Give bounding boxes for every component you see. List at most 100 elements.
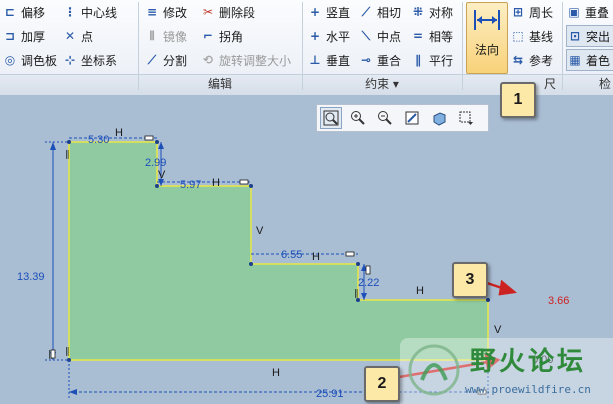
constraint-h: H <box>212 177 220 189</box>
delete-segment-icon: ✂ <box>202 5 214 19</box>
ribbon: ⊏ 偏移 ⊐ 加厚 ◎ 调色板 ⋮ 中心线 ✕ 点 ⊹ 坐标系 ≡ 修改 ⫴ 镜像 ⟋ 分割 ✂ 删… <box>0 0 613 95</box>
perimeter-icon: ⊞ <box>512 5 524 19</box>
dim-2-22: 2.22 <box>358 277 379 289</box>
highlight-toggle[interactable]: ⊡ 突出 <box>566 25 613 47</box>
constraint-h: H <box>272 367 280 379</box>
thicken-icon: ⊐ <box>4 29 16 43</box>
group-label-edit: 编辑 <box>207 77 232 91</box>
horizontal-constraint-button[interactable]: + 水平 <box>307 26 350 46</box>
symmetric-constraint-button[interactable]: ⁜ 对称 <box>410 2 453 22</box>
offset-button[interactable]: ⊏ 偏移 <box>2 2 45 22</box>
coordinate-system-button[interactable]: ⊹ 坐标系 <box>62 50 117 70</box>
shade-toggle[interactable]: ▦ 着色 <box>566 49 613 71</box>
thicken-button[interactable]: ⊐ 加厚 <box>2 26 45 46</box>
constraint-h: H <box>312 251 320 263</box>
group-label-constrain[interactable]: 约束 ▾ <box>304 76 460 92</box>
zoom-in-button[interactable] <box>347 107 369 129</box>
offset-icon: ⊏ <box>4 5 16 19</box>
svg-text:∥: ∥ <box>65 347 70 357</box>
watermark-title: 野火论坛 <box>470 347 587 377</box>
sketch-display-button[interactable] <box>455 107 477 129</box>
watermark-url: www.proewildfire.cn <box>465 383 591 396</box>
separator <box>302 2 303 90</box>
mirror-button[interactable]: ⫴ 镜像 <box>144 26 187 46</box>
overlap-icon: ▣ <box>568 5 580 19</box>
tangent-icon: ⟋ <box>361 4 371 19</box>
constraint-v: V <box>494 324 502 336</box>
constraint-h: H <box>416 285 424 297</box>
horizontal-icon: + <box>309 29 321 43</box>
vertical-constraint-button[interactable]: + 竖直 <box>307 2 350 22</box>
sketch-profile[interactable] <box>68 141 489 361</box>
separator <box>138 2 139 90</box>
divide-button[interactable]: ⟋ 分割 <box>144 50 187 70</box>
delete-segment-button[interactable]: ✂ 删除段 <box>200 2 255 22</box>
rotate-resize-button[interactable]: ⟲ 旋转调整大小 <box>200 50 291 70</box>
dim-2-99: 2.99 <box>145 157 166 169</box>
centerline-button[interactable]: ⋮ 中心线 <box>62 2 117 22</box>
display-style-icon <box>433 112 446 126</box>
point-icon: ✕ <box>64 29 76 43</box>
group-label-inspect: 检 <box>598 77 611 91</box>
zoom-refit-button[interactable] <box>320 107 342 129</box>
constraint-v: V <box>158 169 166 181</box>
dim-13-39: 13.39 <box>17 271 45 283</box>
coincident-constraint-button[interactable]: ⊸ 重合 <box>358 50 401 70</box>
normal-dimension-icon <box>474 10 500 30</box>
zoom-out-button[interactable] <box>374 107 396 129</box>
view-toolbar <box>316 104 489 132</box>
baseline-icon: ⬚ <box>512 29 524 43</box>
equal-icon: = <box>412 29 424 43</box>
divide-icon: ⟋ <box>147 52 157 67</box>
zoom-in-icon <box>351 111 365 125</box>
separator <box>462 2 463 90</box>
constraint-v: V <box>256 225 264 237</box>
repaint-button[interactable] <box>401 107 423 129</box>
reference-button[interactable]: ⇆ 参考 <box>510 50 553 70</box>
mirror-icon: ⫴ <box>149 28 155 43</box>
midpoint-constraint-button[interactable]: ⟍ 中点 <box>358 26 401 46</box>
svg-text:∥: ∥ <box>354 289 359 299</box>
highlight-icon: ⊡ <box>569 29 581 43</box>
perpendicular-constraint-button[interactable]: ⊥ 垂直 <box>307 50 351 70</box>
modify-icon: ≡ <box>146 5 158 19</box>
zoom-fit-icon <box>323 110 339 126</box>
separator <box>562 2 563 90</box>
callout-3: 3 <box>452 262 488 298</box>
equal-constraint-button[interactable]: = 相等 <box>410 26 453 46</box>
corner-button[interactable]: ⌐ 拐角 <box>200 26 243 46</box>
sketch-display-icon <box>459 111 473 125</box>
baseline-button[interactable]: ⬚ 基线 <box>510 26 553 46</box>
point-button[interactable]: ✕ 点 <box>62 26 93 46</box>
corner-icon: ⌐ <box>202 29 214 43</box>
dim-25-91: 25.91 <box>316 388 344 400</box>
display-style-button[interactable] <box>428 107 450 129</box>
coordinate-system-icon: ⊹ <box>64 53 76 67</box>
centerline-icon: ⋮ <box>64 5 76 19</box>
reference-icon: ⇆ <box>512 53 524 67</box>
dim-5-30: 5.30 <box>88 134 109 146</box>
normal-dimension-button[interactable]: 法向 <box>466 2 508 74</box>
dim-3-66: 3.66 <box>548 295 569 307</box>
tangent-constraint-button[interactable]: ⟋ 相切 <box>358 2 401 22</box>
overlap-toggle[interactable]: ▣ 重叠 <box>566 2 609 22</box>
parallel-icon: ∥ <box>415 53 421 67</box>
coincident-icon: ⊸ <box>360 53 372 67</box>
symmetric-icon: ⁜ <box>412 5 424 19</box>
palette-button[interactable]: ◎ 调色板 <box>2 50 57 70</box>
midpoint-icon: ⟍ <box>361 28 371 43</box>
rotate-resize-icon: ⟲ <box>202 53 214 67</box>
zoom-out-icon <box>378 111 392 125</box>
dim-6-55: 6.55 <box>281 249 302 261</box>
perpendicular-icon: ⊥ <box>309 53 321 67</box>
constraint-h: H <box>115 127 123 139</box>
callout-2: 2 <box>364 366 400 402</box>
perimeter-button[interactable]: ⊞ 周长 <box>510 2 553 22</box>
parallel-constraint-button[interactable]: ∥ 平行 <box>410 50 453 70</box>
shade-icon: ▦ <box>569 53 581 67</box>
svg-text:∥: ∥ <box>65 150 70 160</box>
repaint-icon <box>405 111 419 125</box>
modify-button[interactable]: ≡ 修改 <box>144 2 187 22</box>
watermark-logo-icon <box>408 344 460 396</box>
dim-5-97: 5.97 <box>180 179 201 191</box>
